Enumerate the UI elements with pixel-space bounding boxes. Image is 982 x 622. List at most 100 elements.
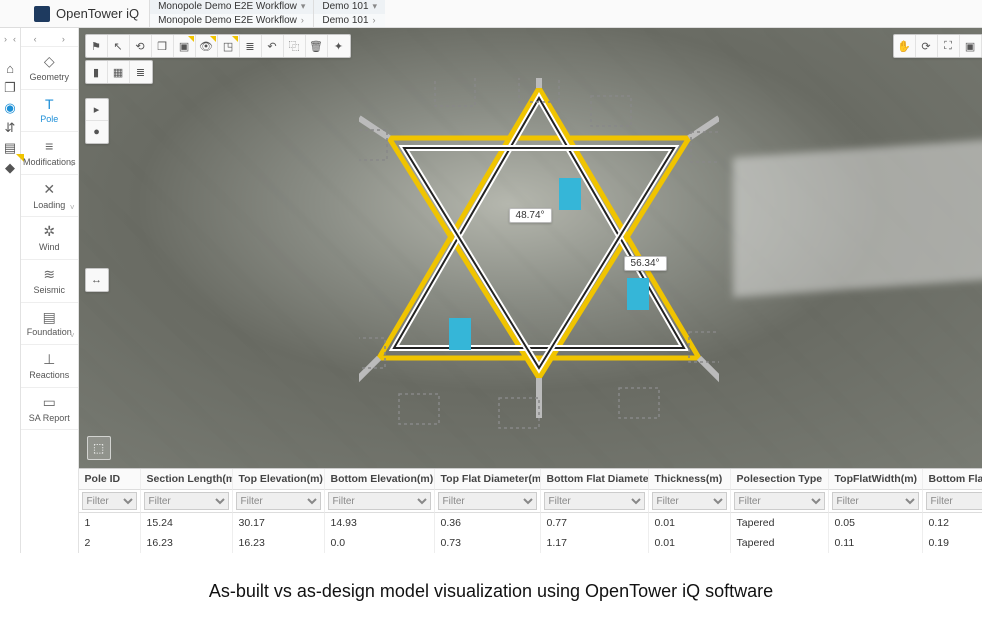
tool-delete[interactable]: 🗑 xyxy=(306,35,328,57)
foundation-icon: ▤ xyxy=(23,309,76,326)
angle-measurement-1: 48.74° xyxy=(509,208,552,223)
vtool-move: ↔ xyxy=(85,268,109,292)
panel-item-modifications[interactable]: ≡Modifications˅ xyxy=(21,132,78,175)
tool-flag[interactable]: ⚑ xyxy=(86,35,108,57)
cell: 0.01 xyxy=(649,513,731,533)
tool-undo[interactable]: ↶ xyxy=(262,35,284,57)
tool-color[interactable]: ▮ xyxy=(86,61,108,83)
category-panel: ‹ › ◇ Geometry TPole≡Modifications˅✕Loadi… xyxy=(21,28,79,553)
breadcrumb-workflow-2[interactable]: Monopole Demo E2E Workflow› xyxy=(149,14,313,28)
tool-cursor[interactable]: ↖ xyxy=(108,35,130,57)
tool-fit[interactable]: ▣ xyxy=(960,35,982,57)
nav-compare[interactable]: ⇵ xyxy=(0,118,20,138)
tool-list[interactable]: ≣ xyxy=(130,61,152,83)
cell: 15.24 xyxy=(141,513,233,533)
col-filter[interactable]: Filter xyxy=(144,492,229,510)
col-header[interactable]: Section Length(m) xyxy=(141,469,233,490)
col-filter[interactable]: Filter xyxy=(832,492,919,510)
panel-header-geometry[interactable]: ◇ Geometry xyxy=(21,47,78,90)
tool-mesh[interactable]: ▦ xyxy=(108,61,130,83)
tool-copy[interactable]: ⿻ xyxy=(284,35,306,57)
cell: 0.19 xyxy=(923,533,982,553)
col-filter[interactable]: Filter xyxy=(652,492,727,510)
cell: 0.11 xyxy=(829,533,923,553)
chevron-right-icon: › xyxy=(301,15,304,25)
table-header-row: Pole IDSection Length(m)Top Elevation(m)… xyxy=(79,469,982,490)
expand-icon[interactable]: › xyxy=(4,34,7,44)
col-header[interactable]: Bottom Elevation(m) xyxy=(325,469,435,490)
cell: 0.73 xyxy=(435,533,541,553)
col-header[interactable]: Pole ID xyxy=(79,469,141,490)
panel-item-loading[interactable]: ✕Loading˅ xyxy=(21,175,78,218)
rail-collapse-toggles: › ‹ xyxy=(0,34,20,44)
reactions-icon: ⊥ xyxy=(23,351,76,368)
col-filter[interactable]: Filter xyxy=(236,492,321,510)
cell: Tapered xyxy=(731,533,829,553)
cell: 0.36 xyxy=(435,513,541,533)
col-filter[interactable]: Filter xyxy=(544,492,645,510)
loading-icon: ✕ xyxy=(23,181,76,198)
cell: 0.0 xyxy=(325,533,435,553)
panel-item-reactions[interactable]: ⊥Reactions xyxy=(21,345,78,388)
viewport-3d[interactable]: ⚑↖⟲❒▣👁◳≣↶⿻🗑✦ ▮▦≣ ✋⟳⛶▣▤⛶ TOP ▸● ↔ ❐👣▭ ▦🔍 … xyxy=(79,28,982,468)
titlebar: OpenTower iQ Monopole Demo E2E Workflow▾… xyxy=(0,0,982,28)
cell: 1 xyxy=(79,513,141,533)
tool-hand[interactable]: ✋ xyxy=(894,35,916,57)
tool-move[interactable]: ↔ xyxy=(86,269,108,291)
col-filter[interactable]: Filter xyxy=(328,492,431,510)
tool-box-y[interactable]: ▣ xyxy=(174,35,196,57)
seismic-icon: ≋ xyxy=(23,266,76,283)
view-cube-icon[interactable]: ⬚ xyxy=(87,436,111,460)
vtool-pick: ▸● xyxy=(85,98,109,144)
tool-pick[interactable]: ▸ xyxy=(86,99,108,121)
col-header[interactable]: Bottom Flat Width(m) xyxy=(923,469,982,490)
col-header[interactable]: Polesection Type xyxy=(731,469,829,490)
panel-item-wind[interactable]: ✲Wind xyxy=(21,217,78,260)
chevron-right-icon: › xyxy=(373,15,376,25)
tool-sel[interactable]: ◳ xyxy=(218,35,240,57)
table-row[interactable]: 216.2316.230.00.731.170.01Tapered0.110.1… xyxy=(79,533,982,553)
collapse-icon[interactable]: ‹ xyxy=(13,34,16,44)
panel-item-seismic[interactable]: ≋Seismic xyxy=(21,260,78,303)
col-header[interactable]: Top Elevation(m) xyxy=(233,469,325,490)
chevron-down-icon: ˅ xyxy=(70,331,75,341)
col-filter[interactable]: Filter xyxy=(438,492,537,510)
panel-item-pole[interactable]: TPole xyxy=(21,90,78,133)
breadcrumb-scenario-1[interactable]: Demo 101▾ xyxy=(313,0,385,14)
tool-layers[interactable]: ≣ xyxy=(240,35,262,57)
nav-documents[interactable]: ❐ xyxy=(0,78,20,98)
tool-cube[interactable]: ❒ xyxy=(152,35,174,57)
col-header[interactable]: Thickness(m) xyxy=(649,469,731,490)
tool-pin[interactable]: ✦ xyxy=(328,35,350,57)
tool-eye[interactable]: 👁 xyxy=(196,35,218,57)
nav-model[interactable]: ◆ xyxy=(0,158,20,178)
panel-item-sa-report[interactable]: ▭SA Report xyxy=(21,388,78,431)
nav-home[interactable]: ⌂ xyxy=(0,58,20,78)
panel-expand-icon[interactable]: › xyxy=(62,34,65,44)
col-header[interactable]: TopFlatWidth(m) xyxy=(829,469,923,490)
chevron-down-icon: ▾ xyxy=(373,1,378,12)
col-header[interactable]: Top Flat Diameter(m) xyxy=(435,469,541,490)
tool-rotate[interactable]: ⟳ xyxy=(916,35,938,57)
breadcrumb-group-2: Demo 101▾ Demo 101› xyxy=(313,0,385,27)
col-filter[interactable]: Filter xyxy=(734,492,825,510)
cell: 0.05 xyxy=(829,513,923,533)
tool-mark[interactable]: ● xyxy=(86,121,108,143)
geometry-icon: ◇ xyxy=(23,53,76,70)
panel-collapse-icon[interactable]: ‹ xyxy=(34,34,37,44)
col-filter[interactable]: Filter xyxy=(926,492,982,510)
app-window: OpenTower iQ Monopole Demo E2E Workflow▾… xyxy=(0,0,982,612)
toolbar-display: ▮▦≣ xyxy=(85,60,153,84)
tool-zoom-window[interactable]: ⛶ xyxy=(938,35,960,57)
table-row[interactable]: 115.2430.1714.930.360.770.01Tapered0.050… xyxy=(79,513,982,533)
col-header[interactable]: Bottom Flat Diameter(m) xyxy=(541,469,649,490)
breadcrumb-workflow-1[interactable]: Monopole Demo E2E Workflow▾ xyxy=(149,0,313,14)
cell: 30.17 xyxy=(233,513,325,533)
col-filter[interactable]: Filter xyxy=(82,492,137,510)
tool-refresh[interactable]: ⟲ xyxy=(130,35,152,57)
breadcrumb-scenario-2[interactable]: Demo 101› xyxy=(313,14,385,28)
chevron-down-icon: ˅ xyxy=(70,203,75,213)
nav-analysis[interactable]: ◉ xyxy=(0,98,20,118)
panel-item-foundation[interactable]: ▤Foundation˅ xyxy=(21,303,78,346)
pole-icon: T xyxy=(23,96,76,113)
